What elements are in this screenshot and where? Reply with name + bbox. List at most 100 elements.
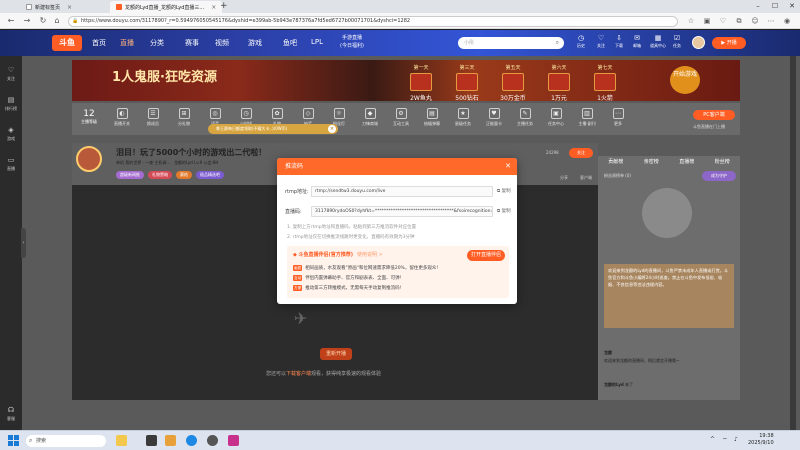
reopen-live-button[interactable]: 重新开播 bbox=[320, 348, 352, 360]
new-tab-button[interactable]: + bbox=[220, 1, 228, 11]
back-icon[interactable]: ← bbox=[6, 16, 16, 26]
sidebar-item-rank[interactable]: ▤ 排行榜 bbox=[0, 96, 22, 112]
profile-icon[interactable]: ☺ bbox=[750, 16, 760, 26]
search-icon[interactable]: ⌕ bbox=[556, 37, 559, 49]
room-tag[interactable]: 超级新闻推 bbox=[116, 171, 144, 179]
close-icon[interactable]: × bbox=[328, 125, 336, 133]
rtmp-address-field[interactable]: rtmp://sendtw3.douyu.com/live bbox=[311, 186, 493, 197]
tool-button[interactable]: ▤ 抽幅弹幕 bbox=[418, 108, 446, 127]
room-tag[interactable]: 赛结 bbox=[176, 171, 192, 179]
network-icon[interactable]: ⌔ bbox=[722, 436, 728, 444]
nav-home[interactable]: 首页 bbox=[92, 38, 106, 48]
menu-icon[interactable]: ⋯ bbox=[766, 16, 776, 26]
download-button[interactable]: ⇩ 下载 bbox=[612, 34, 626, 49]
client-button[interactable]: 客户端 bbox=[580, 175, 592, 181]
tray-expand-icon[interactable]: ^ bbox=[710, 436, 715, 443]
become-guard-button[interactable]: 成为守护 bbox=[702, 171, 736, 181]
nav-games[interactable]: 游戏 bbox=[248, 38, 262, 48]
task-view-icon[interactable] bbox=[146, 435, 157, 446]
close-icon[interactable]: × bbox=[211, 4, 216, 11]
room-category[interactable]: 我的世界 bbox=[125, 160, 141, 165]
tool-button[interactable]: ★ 星级任务 bbox=[449, 108, 477, 127]
follow-button[interactable]: 关注 bbox=[569, 148, 593, 158]
favorites-icon[interactable]: ☆ bbox=[686, 16, 696, 26]
download-client-link[interactable]: 下载客户端 bbox=[286, 371, 311, 377]
history-button[interactable]: ◷ 历史 bbox=[574, 34, 588, 49]
tab-fans[interactable]: 粉丝榜 bbox=[705, 156, 741, 168]
copilot-icon[interactable] bbox=[116, 435, 127, 446]
sidebar-collapse-handle[interactable]: ‹ bbox=[21, 228, 26, 258]
home-icon[interactable]: ⌂ bbox=[52, 16, 62, 26]
tool-button[interactable]: ⋯ 更多 bbox=[604, 108, 632, 127]
open-companion-button[interactable]: 打开直播伴侣 bbox=[467, 250, 505, 261]
extensions-icon[interactable]: ⧉ bbox=[734, 16, 744, 26]
start-live-button[interactable]: ▶ 开播 bbox=[712, 37, 746, 49]
sidebar-item-service[interactable]: ☊ 客服 bbox=[0, 406, 22, 422]
close-icon[interactable]: ✕ bbox=[505, 162, 511, 171]
volume-icon[interactable]: ♪ bbox=[734, 436, 738, 443]
address-bar[interactable]: 🔒 https://www.douyu.com/3117890?_r=0.594… bbox=[68, 16, 678, 27]
tab-contribution[interactable]: 贡献榜 bbox=[598, 156, 634, 168]
window-close-icon[interactable]: ✕ bbox=[784, 0, 800, 13]
anchor-avatar[interactable] bbox=[76, 146, 102, 172]
tool-button[interactable]: ☰ 换成员 bbox=[139, 108, 167, 127]
file-explorer-icon[interactable] bbox=[165, 435, 176, 446]
tool-button[interactable]: ♥ 正能量卡 bbox=[480, 108, 508, 127]
banner-start-game-button[interactable]: 开始游戏 bbox=[670, 66, 700, 94]
tool-button[interactable]: ◐ 直播开关 bbox=[108, 108, 136, 127]
browser-tab-newtab[interactable]: 新建标签页 × bbox=[20, 1, 78, 13]
tool-button[interactable]: ⊞ 分礼物 bbox=[170, 108, 198, 127]
copy-rtmp-button[interactable]: ⧉ 复制 bbox=[497, 188, 511, 194]
windows-start-icon[interactable] bbox=[8, 435, 19, 446]
douyu-logo[interactable]: 斗鱼 bbox=[52, 35, 82, 51]
app-icon[interactable] bbox=[228, 435, 239, 446]
edge-icon[interactable] bbox=[186, 435, 197, 446]
user-avatar[interactable] bbox=[692, 36, 705, 49]
follow-button[interactable]: ♡ 关注 bbox=[594, 34, 608, 49]
room-subcategory[interactable]: 一夜·主机调... bbox=[145, 160, 170, 165]
copy-key-button[interactable]: ⧉ 复制 bbox=[497, 208, 511, 214]
chat-user[interactable]: 龙额 bbox=[604, 350, 612, 355]
mail-button[interactable]: ✉ 邮箱 bbox=[630, 34, 644, 49]
tab-live-rank[interactable]: 直播榜 bbox=[669, 156, 705, 168]
chrome-icon[interactable] bbox=[207, 435, 218, 446]
browser-tab-douyu[interactable]: 龙额的Lyd直播_龙额的Lyd直播三... × bbox=[110, 1, 223, 13]
copilot-icon[interactable]: ◉ bbox=[782, 16, 792, 26]
tool-button[interactable]: ▣ 任务中心 bbox=[542, 108, 570, 127]
anchor-name[interactable]: 龙额的Lyd bbox=[174, 160, 193, 165]
nav-lpl[interactable]: LPL bbox=[311, 38, 323, 46]
sidebar-item-games[interactable]: ◈ 游戏 bbox=[0, 126, 22, 142]
taskbar-search[interactable]: ⌕ 搜索 bbox=[26, 435, 106, 447]
sidebar-item-live[interactable]: ▭ 直播 bbox=[0, 156, 22, 172]
prop-center-button[interactable]: ▦ 道具中心 bbox=[648, 34, 668, 49]
chat-user[interactable]: 龙额的Lyd bbox=[604, 382, 624, 387]
sidebar-item-follow[interactable]: ♡ 关注 bbox=[0, 66, 22, 82]
tip-bar[interactable]: 拳王赛每日额度领取(不耀大卡..)(0W币) × bbox=[208, 124, 338, 134]
task-button[interactable]: ☑ 任务 bbox=[670, 34, 684, 49]
nav-events[interactable]: 赛事 bbox=[185, 38, 199, 48]
maximize-icon[interactable]: ☐ bbox=[767, 0, 783, 13]
nav-category[interactable]: 分类 bbox=[150, 38, 164, 48]
promo-banner[interactable]: 1人鬼服·狂吃资源 第一天 2W鱼丸 第三天 500钻石 第五天 30万金币 第六天 1… bbox=[72, 60, 740, 102]
split-icon[interactable]: ▣ bbox=[702, 16, 712, 26]
mobile-games-button[interactable]: 手游直播 (今日福利) bbox=[335, 34, 369, 52]
pc-client-button[interactable]: PC客户端 bbox=[693, 110, 735, 120]
room-tag[interactable]: 极品精选吧 bbox=[196, 171, 224, 179]
share-button[interactable]: 分享 bbox=[560, 175, 568, 181]
page-scrollbar[interactable] bbox=[790, 56, 796, 430]
close-icon[interactable]: × bbox=[67, 4, 72, 11]
system-clock[interactable]: 19:38 2025/9/10 bbox=[748, 433, 774, 447]
tool-button[interactable]: ⚙ 互动工具 bbox=[387, 108, 415, 127]
refresh-icon[interactable]: ↻ bbox=[38, 16, 48, 26]
tool-button[interactable]: ▥ 主播·副刊 bbox=[573, 108, 601, 127]
collections-icon[interactable]: ♡ bbox=[718, 16, 728, 26]
tab-intimacy[interactable]: 亲密榜 bbox=[634, 156, 670, 168]
nav-video[interactable]: 视频 bbox=[215, 38, 229, 48]
tool-button[interactable]: ✎ 主播任务 bbox=[511, 108, 539, 127]
room-tag[interactable]: 礼物赞暗 bbox=[148, 171, 172, 179]
nav-live[interactable]: 直播 bbox=[120, 38, 134, 48]
nav-fishbar[interactable]: 鱼吧 bbox=[283, 38, 297, 48]
minimize-icon[interactable]: – bbox=[750, 0, 766, 13]
usage-guide-link[interactable]: 使用说明 > bbox=[357, 252, 383, 258]
stream-key-field[interactable]: 3117890rydoOS0?dyhfkt=******************… bbox=[311, 206, 493, 217]
